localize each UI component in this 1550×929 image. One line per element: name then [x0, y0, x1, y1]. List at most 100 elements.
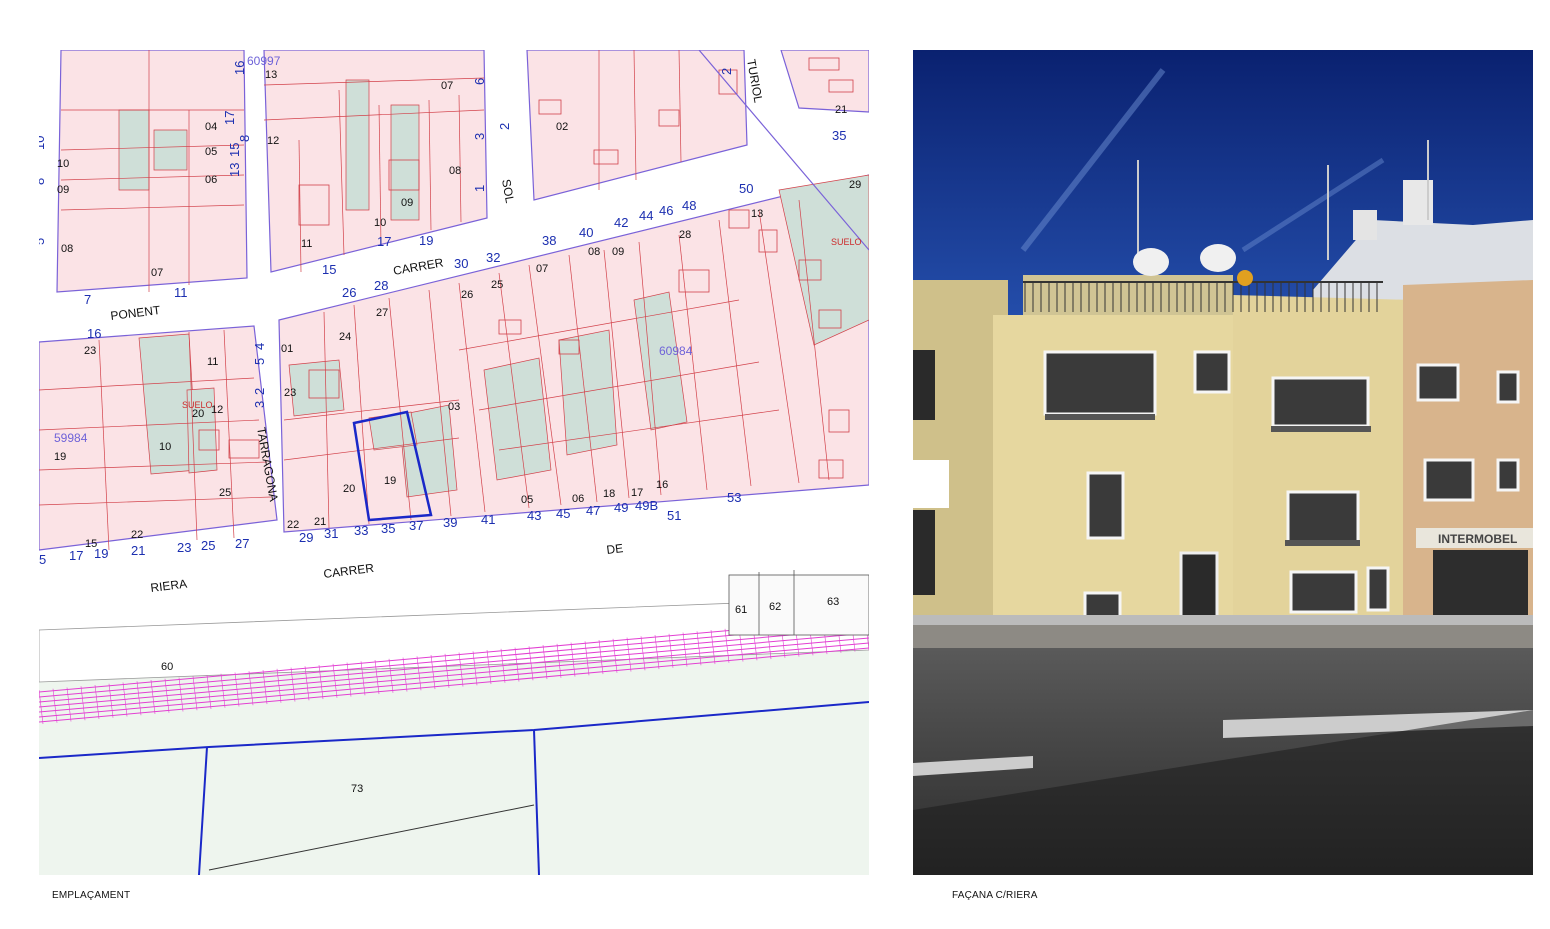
patio [288, 359, 345, 417]
lot-number: 08 [588, 246, 600, 258]
street-number: 15 [322, 262, 336, 277]
street-name: RIERA [150, 577, 188, 595]
lot-number: 01 [281, 343, 293, 355]
window [913, 350, 935, 420]
lot-number: 10 [57, 158, 69, 170]
lot-number: 09 [57, 184, 69, 196]
street-number: 2 [252, 388, 267, 395]
window [1289, 570, 1358, 614]
cadastral-id: 60997 [247, 54, 281, 68]
lot-number: 62 [769, 601, 781, 613]
street-number: 15 [227, 143, 242, 157]
street-number: 38 [542, 233, 556, 248]
window [1083, 591, 1122, 619]
street-number: 26 [342, 285, 356, 300]
window [1086, 471, 1125, 540]
lot-number: 07 [536, 263, 548, 275]
window [1366, 566, 1390, 612]
lot-number: 10 [374, 217, 386, 229]
street-number: 6 [472, 78, 487, 85]
photo-caption: FAÇANA C/RIERA [952, 890, 1038, 901]
cadastral-map: PONENT CARRER CARRER RIERA DE SOL TARRAGONA TUR… [39, 50, 869, 875]
street-number: 42 [614, 215, 628, 230]
lot-number: 13 [751, 208, 763, 220]
street-number: 37 [409, 518, 423, 533]
street-number: 17 [222, 111, 237, 125]
lot-number: 07 [441, 80, 453, 92]
street-number: 53 [727, 490, 741, 505]
street-number: 3 [252, 401, 267, 408]
street-number: 49B [635, 498, 658, 513]
street-number: 11 [174, 285, 188, 300]
window [1416, 363, 1460, 402]
street-number: 5 [39, 552, 46, 567]
lot-number: 12 [211, 404, 223, 416]
street-number: 35 [381, 521, 395, 536]
street-name: TURIOL [744, 58, 765, 104]
map-caption: EMPLAÇAMENT [52, 890, 131, 901]
lot-number: 09 [401, 197, 413, 209]
street-number: 31 [324, 526, 338, 541]
street-number: 23 [177, 540, 191, 555]
patio [345, 79, 370, 211]
street-number: 45 [556, 506, 570, 521]
street-number: 16 [87, 326, 101, 341]
lot-number: 60 [161, 661, 173, 673]
street-number: 44 [639, 208, 653, 223]
street-number: 19 [419, 233, 433, 248]
patio [558, 329, 618, 456]
street-number: 16 [232, 61, 247, 75]
lot-number: 61 [735, 604, 747, 616]
street-number: 17 [69, 548, 83, 563]
street-number: 46 [659, 203, 673, 218]
lot-number: 28 [679, 229, 691, 241]
lot-number: 03 [448, 401, 460, 413]
street-name: CARRER [323, 561, 375, 581]
lot-number: 13 [265, 69, 277, 81]
street-number: 30 [454, 256, 468, 271]
lot-number: 16 [656, 479, 668, 491]
window [1496, 458, 1520, 492]
lot-number: 06 [205, 174, 217, 186]
lot-number: 27 [376, 307, 388, 319]
lot-number: 24 [339, 331, 351, 343]
street-number: 35 [832, 128, 846, 143]
sidewalk [913, 625, 1533, 650]
street-number: 8 [237, 135, 252, 142]
street-number: 27 [235, 536, 249, 551]
balcony-rail [1285, 540, 1360, 546]
street-number: 39 [443, 515, 457, 530]
window [1193, 350, 1231, 394]
street-number: 17 [377, 234, 391, 249]
lot-number: 05 [521, 494, 533, 506]
suelo-label: SUELO [831, 237, 862, 247]
map-drawing: PONENTCARRERCARRERRIERADESOLTARRAGONATUR… [39, 50, 869, 875]
window [1423, 458, 1475, 502]
shop-window [1433, 550, 1528, 615]
street-number: 29 [299, 530, 313, 545]
block-upper-mid [263, 50, 488, 273]
window [1043, 350, 1157, 416]
patio [153, 129, 188, 171]
lot-number: 21 [835, 104, 847, 116]
satellite-dish [1200, 244, 1236, 272]
street-name: PONENT [110, 303, 162, 323]
street-number: 43 [527, 508, 541, 523]
door [1179, 551, 1219, 627]
street-number: 33 [354, 523, 368, 538]
lot-number: 73 [351, 783, 363, 795]
lot-number: 18 [603, 488, 615, 500]
street-number: 41 [481, 512, 495, 527]
street-number: 7 [84, 292, 91, 307]
lot-number: 21 [314, 516, 326, 528]
lot-number: 11 [301, 238, 312, 250]
lot-number: 02 [556, 121, 568, 133]
window [1271, 376, 1370, 428]
lot-number: 23 [84, 345, 96, 357]
lot-number: 63 [827, 596, 839, 608]
satellite-dish [1133, 248, 1169, 276]
street-number: 1 [472, 185, 487, 192]
lot-number: 06 [572, 493, 584, 505]
lot-number: 10 [159, 441, 171, 453]
cadastral-id: 60984 [659, 344, 693, 358]
